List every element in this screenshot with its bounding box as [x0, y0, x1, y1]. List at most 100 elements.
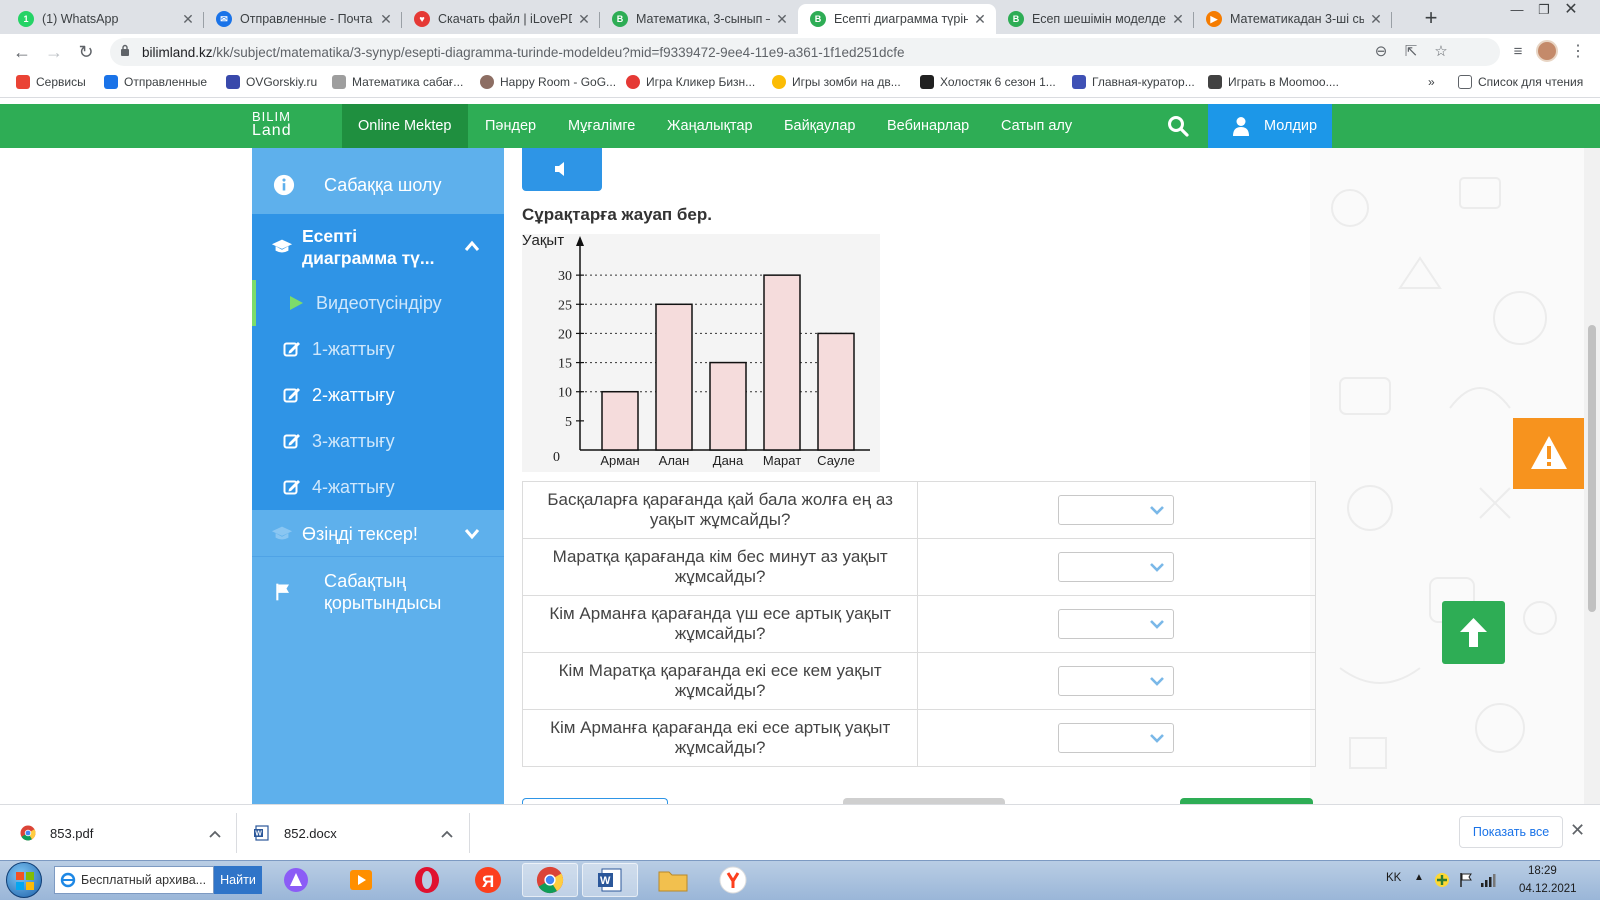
y-tick-label: 0 — [553, 450, 560, 465]
browser-tab[interactable]: ♥ Скачать файл | iLovePDF ✕ — [402, 4, 600, 34]
warning-icon — [1531, 436, 1567, 469]
reload-icon[interactable]: ↻ — [74, 40, 98, 64]
sidebar-subitem[interactable]: 3-жаттығу — [252, 418, 504, 464]
media-icon[interactable]: ≡ — [1506, 40, 1530, 64]
back-icon[interactable]: ← — [10, 40, 34, 64]
folder-icon[interactable] — [645, 863, 701, 897]
answer-dropdown[interactable] — [1058, 723, 1175, 753]
scrollbar-thumb[interactable] — [1588, 325, 1596, 612]
bookmark-item[interactable]: Игры зомби на дв... — [772, 75, 901, 89]
bookmark-item[interactable]: Сервисы — [16, 75, 86, 89]
bookmark-star-icon[interactable]: ☆ — [1432, 43, 1450, 61]
close-window-button[interactable]: ✕ — [1557, 0, 1585, 24]
profile-avatar[interactable] — [1536, 40, 1558, 62]
new-tab-button[interactable]: + — [1418, 6, 1444, 32]
close-icon[interactable]: ✕ — [1570, 820, 1585, 841]
word-icon[interactable]: W — [582, 863, 638, 897]
nav-link-1[interactable]: Online Mektep — [342, 104, 468, 148]
site-icon — [920, 75, 934, 89]
bookmark-item[interactable]: Математика сабағ... — [332, 75, 463, 89]
browser-tab[interactable]: B Математика, 3-сынып – с ✕ — [600, 4, 798, 34]
opera-icon[interactable] — [399, 863, 455, 897]
browser-tab[interactable]: B Есеп шешімін моделдеу ✕ — [996, 4, 1194, 34]
bookmark-label: Отправленные — [124, 75, 208, 89]
answer-dropdown[interactable] — [1058, 552, 1175, 582]
audio-button[interactable] — [522, 148, 602, 191]
sidebar-subitem[interactable]: 4-жаттығу — [252, 464, 504, 510]
chrome-icon[interactable] — [522, 863, 578, 897]
answer-dropdown[interactable] — [1058, 666, 1175, 696]
sidebar-subitem[interactable]: 1-жаттығу — [252, 326, 504, 372]
bookmark-item[interactable]: Игра Кликер Бизн... — [626, 75, 755, 89]
answer-dropdown[interactable] — [1058, 495, 1175, 525]
restore-button[interactable]: ❐ — [1530, 0, 1558, 24]
bookmark-item[interactable]: OVGorskiy.ru — [226, 75, 317, 89]
menu-kebab-icon[interactable]: ⋮ — [1566, 40, 1590, 64]
nav-link-4[interactable]: Жаңалықтар — [659, 104, 761, 148]
zoom-icon[interactable]: ⊖ — [1372, 43, 1390, 61]
chevron-up-icon[interactable] — [440, 829, 454, 839]
search-icon[interactable] — [1167, 115, 1189, 137]
answer-dropdown[interactable] — [1058, 609, 1175, 639]
sidebar-item-summary[interactable]: Сабақтың қорытындысы — [252, 560, 504, 624]
close-tab-icon[interactable]: ✕ — [576, 11, 592, 28]
browser-tab[interactable]: ✉ Отправленные - Почта Mail ✕ — [204, 4, 402, 34]
yandex-browser-icon[interactable] — [705, 863, 761, 897]
scroll-to-top-button[interactable] — [1442, 601, 1505, 664]
browser-tab[interactable]: ▶ Математикадан 3-ші сы ✕ — [1194, 4, 1392, 34]
report-issue-button[interactable] — [1513, 418, 1584, 489]
network-signal-icon[interactable] — [1480, 872, 1498, 888]
tab-separator — [1391, 12, 1392, 28]
sidebar-item-check-yourself[interactable]: Өзіңді тексер! — [252, 512, 504, 556]
language-indicator[interactable]: KK — [1386, 872, 1401, 884]
bookmark-item[interactable]: Отправленные — [104, 75, 207, 89]
minimize-button[interactable]: — — [1503, 0, 1531, 24]
bookmark-item[interactable]: Happy Room - GoG... — [480, 75, 616, 89]
reading-list[interactable]: Список для чтения — [1458, 75, 1583, 89]
sidebar-subitem[interactable]: Видеотүсіндіру — [252, 280, 504, 326]
browser-tab[interactable]: 1 (1) WhatsApp ✕ — [6, 4, 204, 34]
edit-icon — [282, 431, 302, 451]
forward-icon[interactable]: → — [42, 40, 66, 64]
close-tab-icon[interactable]: ✕ — [1170, 11, 1186, 28]
download-item[interactable]: 853.pdf — [20, 805, 222, 861]
sidebar-item-overview[interactable]: Сабаққа шолу — [252, 160, 504, 210]
taskbar-search-button[interactable]: Найти — [214, 866, 262, 894]
taskbar-search-input[interactable]: Бесплатный архива... — [54, 866, 214, 894]
share-icon[interactable]: ⇱ — [1402, 43, 1420, 61]
yandex-icon[interactable]: Я — [460, 863, 516, 897]
nav-link-3[interactable]: Мұғалімге — [560, 104, 643, 148]
bookmark-item[interactable]: Холостяк 6 сезон 1... — [920, 75, 1056, 89]
close-tab-icon[interactable]: ✕ — [1368, 11, 1384, 28]
clock-time[interactable]: 18:29 — [1528, 865, 1557, 877]
show-all-downloads-button[interactable]: Показать все — [1459, 816, 1563, 848]
close-tab-icon[interactable]: ✕ — [774, 11, 790, 28]
tray-app-icon[interactable] — [1434, 872, 1450, 888]
close-tab-icon[interactable]: ✕ — [378, 11, 394, 28]
sidebar-item-current-lesson[interactable]: Есепті диаграмма тү... — [252, 214, 504, 280]
bookmark-item[interactable]: Играть в Moomoo.... — [1208, 75, 1339, 89]
nav-link-5[interactable]: Байқаулар — [776, 104, 863, 148]
close-tab-icon[interactable]: ✕ — [972, 11, 988, 28]
play-icon: ▶ — [1206, 11, 1222, 27]
clock-date[interactable]: 04.12.2021 — [1519, 883, 1577, 895]
start-button[interactable] — [6, 862, 42, 898]
address-bar[interactable]: bilimland.kz/kk/subject/matematika/3-syn… — [110, 38, 1500, 66]
bookmark-item[interactable]: Главная-куратор... — [1072, 75, 1195, 89]
browser-tab[interactable]: B Есепті диаграмма түрінде ✕ — [798, 4, 996, 34]
chevron-up-icon[interactable] — [208, 829, 222, 839]
bar — [817, 332, 855, 451]
media-player-icon[interactable] — [333, 863, 389, 897]
bilimland-logo[interactable]: BILIM Land — [252, 110, 292, 139]
nav-link-2[interactable]: Пәндер — [477, 104, 544, 148]
download-item[interactable]: W 852.docx — [254, 805, 454, 861]
action-center-flag-icon[interactable] — [1458, 872, 1474, 888]
nav-link-7[interactable]: Сатып алу — [993, 104, 1080, 148]
bookmarks-more[interactable]: » — [1428, 75, 1435, 89]
close-tab-icon[interactable]: ✕ — [180, 11, 196, 28]
tray-expand-icon[interactable]: ▲ — [1414, 872, 1424, 883]
alice-assistant-icon[interactable] — [268, 863, 324, 897]
nav-link-6[interactable]: Вебинарлар — [879, 104, 977, 148]
user-button[interactable]: Молдир — [1208, 104, 1332, 148]
sidebar-subitem[interactable]: 2-жаттығу — [252, 372, 504, 418]
